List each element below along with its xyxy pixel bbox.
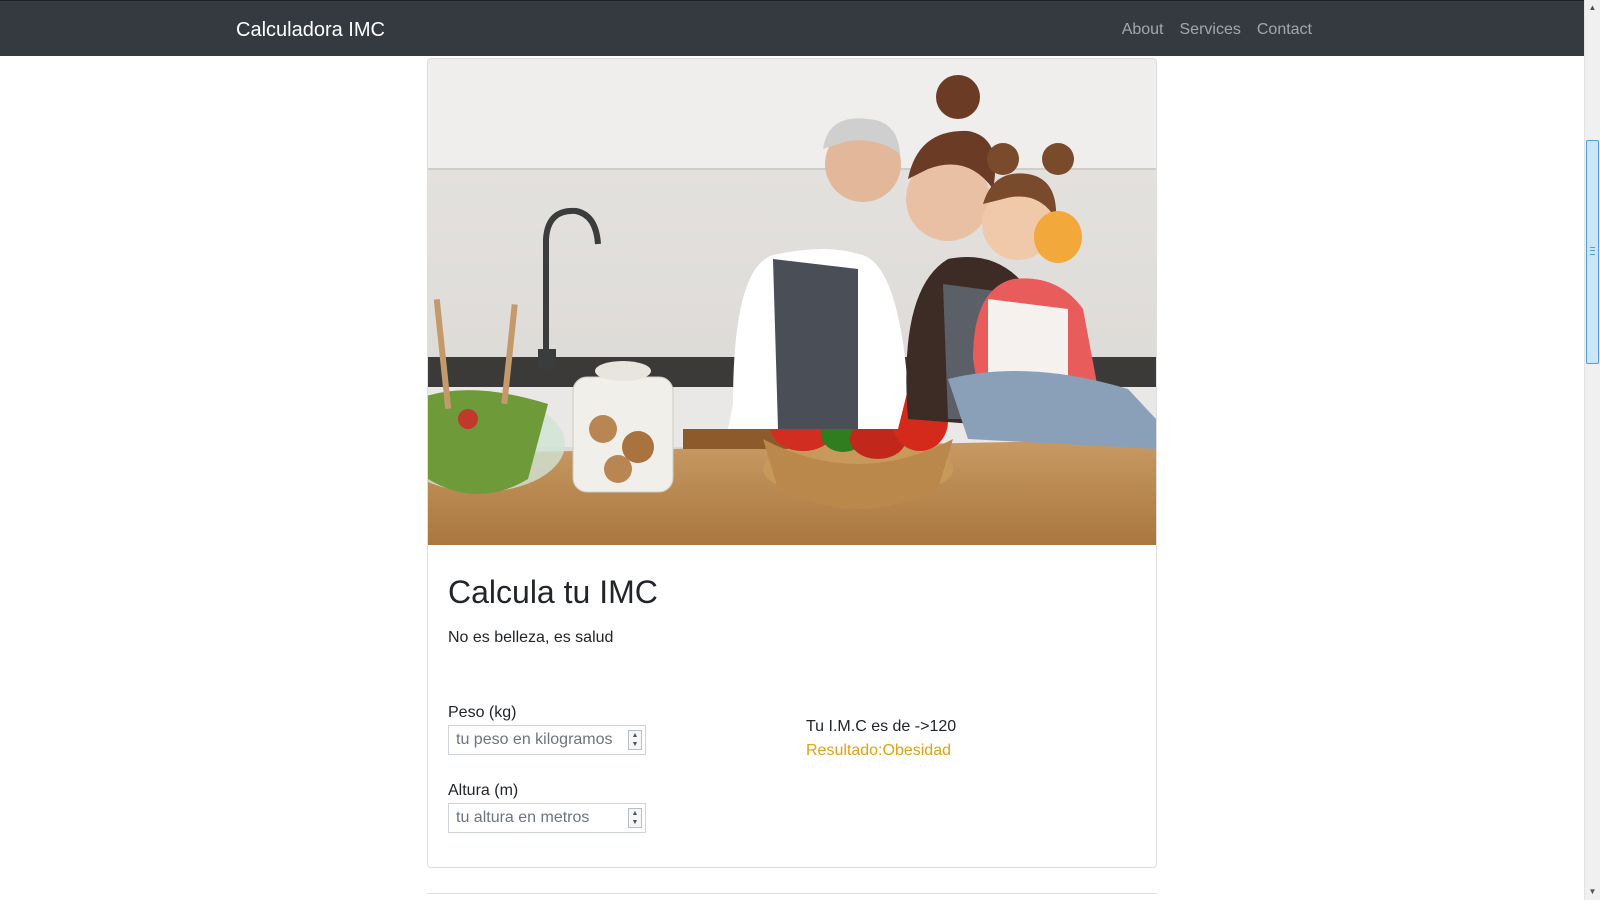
weight-input[interactable] bbox=[448, 725, 646, 755]
navbar-brand[interactable]: Calculadora IMC bbox=[236, 18, 385, 42]
nav-link-about[interactable]: About bbox=[1122, 20, 1164, 40]
scroll-down-arrow-icon[interactable]: ▼ bbox=[1585, 884, 1600, 900]
nav-link-contact[interactable]: Contact bbox=[1257, 20, 1312, 40]
top-navbar: Calculadora IMC About Services Contact bbox=[0, 0, 1584, 56]
scroll-up-arrow-icon[interactable]: ▲ bbox=[1585, 0, 1600, 16]
nav-links: About Services Contact bbox=[1122, 20, 1312, 40]
weight-spinner[interactable]: ▲ ▼ bbox=[628, 730, 642, 750]
page-subtitle: No es belleza, es salud bbox=[448, 629, 614, 646]
scrollbar-thumb[interactable] bbox=[1586, 140, 1599, 364]
height-spinner[interactable]: ▲ ▼ bbox=[628, 808, 642, 828]
spinner-up-icon[interactable]: ▲ bbox=[632, 810, 639, 817]
spinner-down-icon[interactable]: ▼ bbox=[632, 741, 639, 748]
nav-link-services[interactable]: Services bbox=[1180, 20, 1241, 40]
weight-label: Peso (kg) bbox=[448, 704, 517, 721]
spinner-down-icon[interactable]: ▼ bbox=[632, 819, 639, 826]
imc-card: Calcula tu IMC No es belleza, es salud P… bbox=[427, 58, 1157, 868]
spinner-up-icon[interactable]: ▲ bbox=[632, 732, 639, 739]
page-title: Calcula tu IMC bbox=[448, 574, 658, 610]
vertical-scrollbar[interactable]: ▲ ▼ bbox=[1584, 0, 1600, 900]
height-input[interactable] bbox=[448, 803, 646, 833]
imc-result-status: Resultado:Obesidad bbox=[806, 742, 951, 759]
hero-image-family-cooking bbox=[428, 59, 1156, 545]
next-card-edge bbox=[427, 893, 1157, 914]
height-label: Altura (m) bbox=[448, 782, 519, 799]
imc-result-text: Tu I.M.C es de ->120 bbox=[806, 718, 957, 735]
scrollbar-grip-icon bbox=[1590, 247, 1595, 255]
